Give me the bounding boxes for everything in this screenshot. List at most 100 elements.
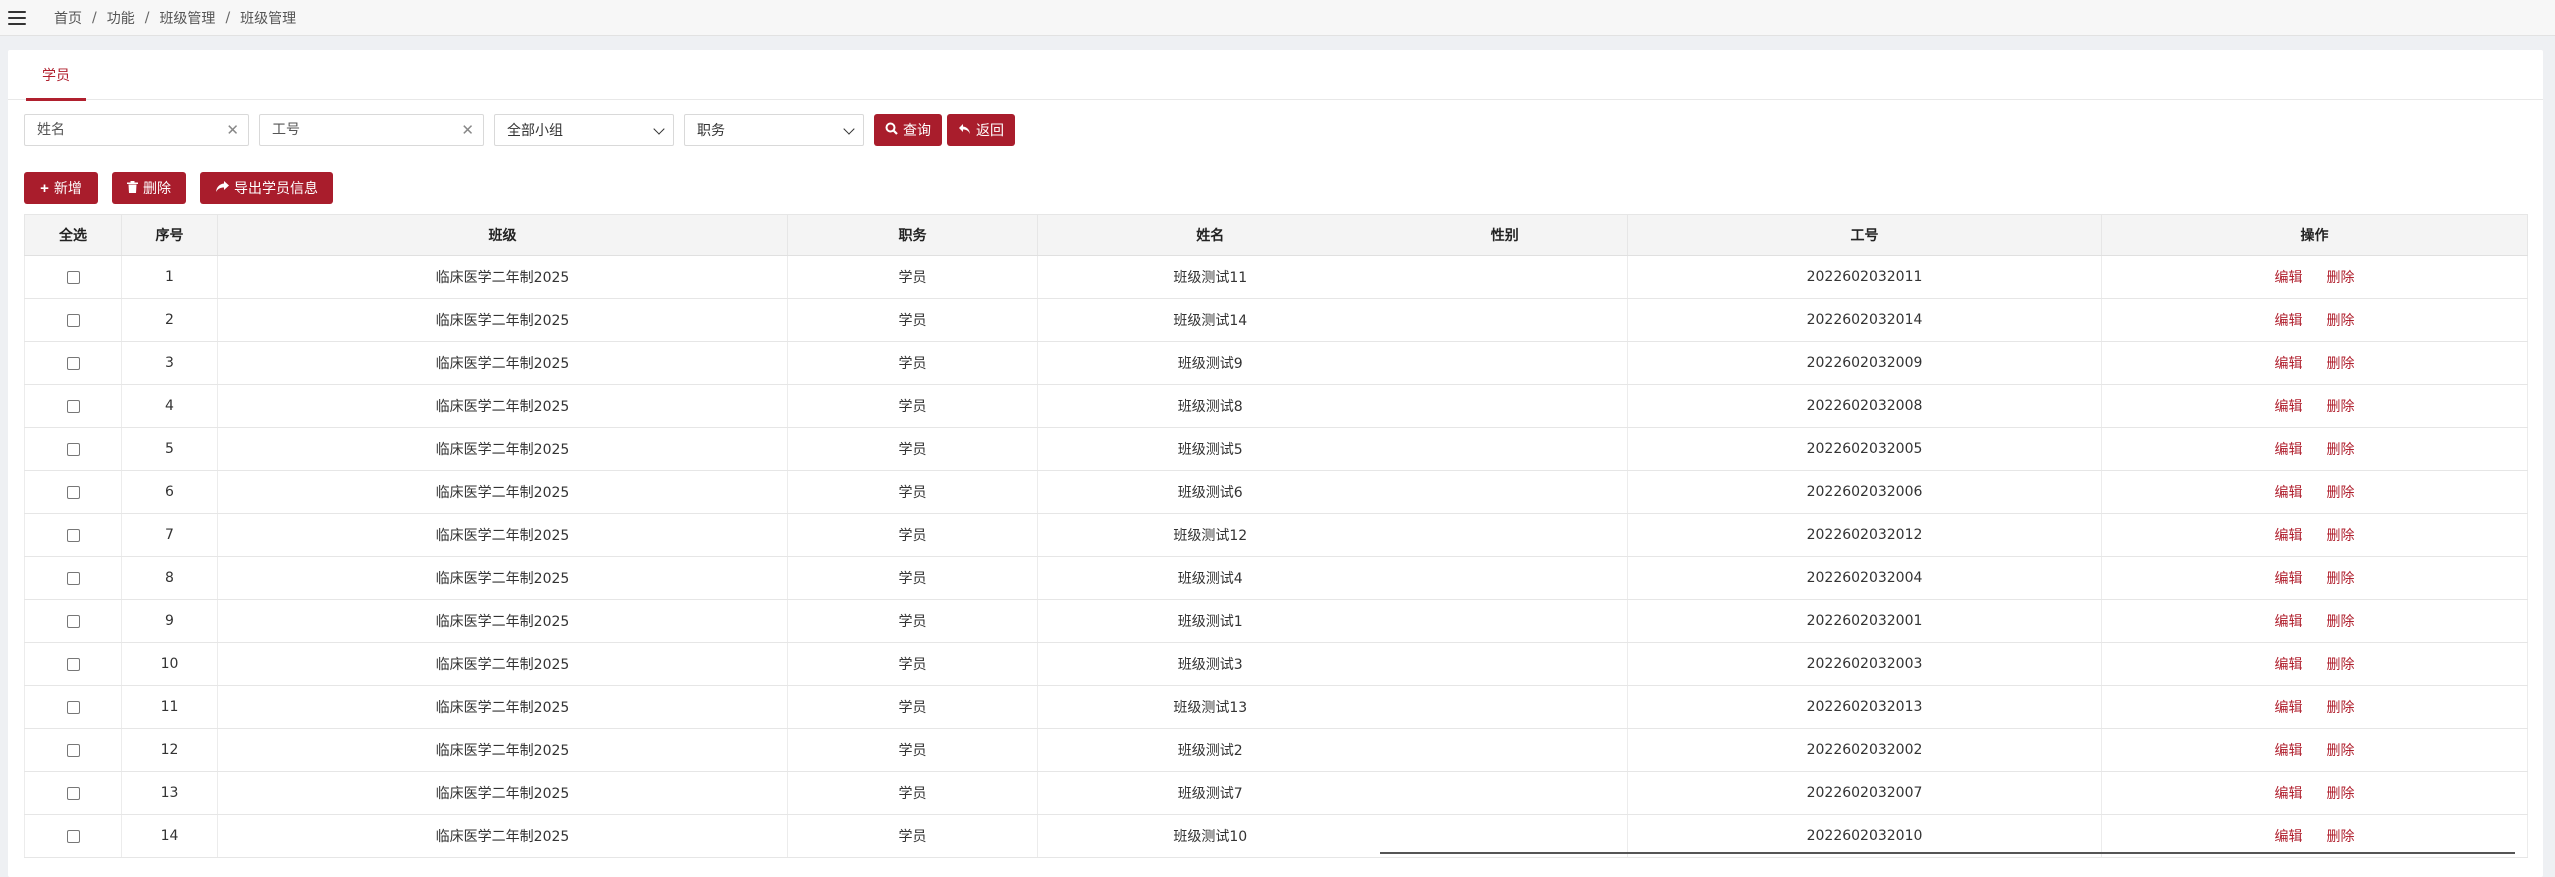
name-search-field[interactable]: ✕ xyxy=(24,114,249,146)
edit-link[interactable]: 编辑 xyxy=(2275,356,2303,372)
row-checkbox[interactable] xyxy=(66,614,80,628)
row-checkbox[interactable] xyxy=(66,571,80,585)
row-id: 2022602032013 xyxy=(1627,685,2102,729)
edit-link[interactable]: 编辑 xyxy=(2275,743,2303,759)
back-button[interactable]: 返回 xyxy=(947,114,1015,146)
breadcrumb-home[interactable]: 首页 xyxy=(54,8,82,28)
tab-students[interactable]: 学员 xyxy=(26,50,86,101)
row-id: 2022602032005 xyxy=(1627,427,2102,471)
row-role: 学员 xyxy=(787,685,1038,729)
row-checkbox[interactable] xyxy=(66,700,80,714)
row-checkbox-cell xyxy=(24,427,122,471)
edit-link[interactable]: 编辑 xyxy=(2275,442,2303,458)
row-index: 1 xyxy=(121,255,218,299)
row-checkbox[interactable] xyxy=(66,786,80,800)
delete-link[interactable]: 删除 xyxy=(2327,485,2355,501)
row-gender xyxy=(1382,599,1628,643)
row-name: 班级测试8 xyxy=(1037,384,1383,428)
back-button-label: 返回 xyxy=(976,122,1004,138)
id-input[interactable] xyxy=(260,115,483,145)
row-checkbox[interactable] xyxy=(66,399,80,413)
edit-link[interactable]: 编辑 xyxy=(2275,786,2303,802)
table-row: 8 临床医学二年制2025 学员 班级测试4 2022602032004 编辑 删除 xyxy=(24,556,2528,600)
row-actions: 编辑 删除 xyxy=(2101,384,2528,428)
row-role: 学员 xyxy=(787,771,1038,815)
row-name: 班级测试2 xyxy=(1037,728,1383,772)
delete-link[interactable]: 删除 xyxy=(2327,528,2355,544)
edit-link[interactable]: 编辑 xyxy=(2275,614,2303,630)
breadcrumb-class-management[interactable]: 班级管理 xyxy=(159,8,215,28)
delete-link[interactable]: 删除 xyxy=(2327,270,2355,286)
row-checkbox[interactable] xyxy=(66,485,80,499)
row-gender xyxy=(1382,642,1628,686)
id-search-field[interactable]: ✕ xyxy=(259,114,484,146)
edit-link[interactable]: 编辑 xyxy=(2275,571,2303,587)
row-class: 临床医学二年制2025 xyxy=(217,298,788,342)
delete-link[interactable]: 删除 xyxy=(2327,399,2355,415)
hamburger-icon[interactable] xyxy=(8,10,26,25)
table-row: 9 临床医学二年制2025 学员 班级测试1 2022602032001 编辑 删除 xyxy=(24,599,2528,643)
edit-link[interactable]: 编辑 xyxy=(2275,313,2303,329)
edit-link[interactable]: 编辑 xyxy=(2275,657,2303,673)
header-index: 序号 xyxy=(121,214,218,256)
row-name: 班级测试5 xyxy=(1037,427,1383,471)
edit-link[interactable]: 编辑 xyxy=(2275,270,2303,286)
row-gender xyxy=(1382,298,1628,342)
group-select[interactable]: 全部小组 xyxy=(494,114,674,146)
row-role: 学员 xyxy=(787,513,1038,557)
delete-link[interactable]: 删除 xyxy=(2327,313,2355,329)
row-checkbox[interactable] xyxy=(66,313,80,327)
row-checkbox[interactable] xyxy=(66,270,80,284)
edit-link[interactable]: 编辑 xyxy=(2275,528,2303,544)
edit-link[interactable]: 编辑 xyxy=(2275,829,2303,845)
row-actions: 编辑 删除 xyxy=(2101,771,2528,815)
delete-link[interactable]: 删除 xyxy=(2327,743,2355,759)
delete-link[interactable]: 删除 xyxy=(2327,614,2355,630)
row-gender xyxy=(1382,427,1628,471)
row-checkbox[interactable] xyxy=(66,657,80,671)
delete-link[interactable]: 删除 xyxy=(2327,700,2355,716)
row-id: 2022602032012 xyxy=(1627,513,2102,557)
batch-delete-button[interactable]: 删除 xyxy=(112,172,186,204)
row-role: 学员 xyxy=(787,728,1038,772)
row-checkbox[interactable] xyxy=(66,356,80,370)
query-button[interactable]: 查询 xyxy=(874,114,942,146)
header-role: 职务 xyxy=(787,214,1038,256)
close-icon[interactable]: ✕ xyxy=(226,122,239,138)
row-name: 班级测试14 xyxy=(1037,298,1383,342)
table-row: 10 临床医学二年制2025 学员 班级测试3 2022602032003 编辑 删除 xyxy=(24,642,2528,686)
row-checkbox[interactable] xyxy=(66,528,80,542)
row-role: 学员 xyxy=(787,255,1038,299)
trash-icon xyxy=(127,180,138,196)
row-index: 10 xyxy=(121,642,218,686)
export-button[interactable]: 导出学员信息 xyxy=(200,172,333,204)
delete-link[interactable]: 删除 xyxy=(2327,571,2355,587)
edit-link[interactable]: 编辑 xyxy=(2275,700,2303,716)
delete-link[interactable]: 删除 xyxy=(2327,829,2355,845)
row-id: 2022602032006 xyxy=(1627,470,2102,514)
row-actions: 编辑 删除 xyxy=(2101,255,2528,299)
name-input[interactable] xyxy=(25,115,248,145)
share-icon xyxy=(215,180,229,196)
row-index: 13 xyxy=(121,771,218,815)
delete-link[interactable]: 删除 xyxy=(2327,442,2355,458)
breadcrumb-function[interactable]: 功能 xyxy=(107,8,135,28)
header-select-all[interactable]: 全选 xyxy=(24,214,122,256)
delete-link[interactable]: 删除 xyxy=(2327,786,2355,802)
role-select[interactable]: 职务 xyxy=(684,114,864,146)
delete-link[interactable]: 删除 xyxy=(2327,657,2355,673)
row-index: 2 xyxy=(121,298,218,342)
row-checkbox-cell xyxy=(24,814,122,858)
row-name: 班级测试10 xyxy=(1037,814,1383,858)
row-class: 临床医学二年制2025 xyxy=(217,728,788,772)
add-button[interactable]: + 新增 xyxy=(24,172,98,204)
edit-link[interactable]: 编辑 xyxy=(2275,399,2303,415)
row-actions: 编辑 删除 xyxy=(2101,341,2528,385)
row-checkbox[interactable] xyxy=(66,442,80,456)
row-checkbox[interactable] xyxy=(66,743,80,757)
horizontal-scrollbar[interactable] xyxy=(1380,852,2515,854)
row-checkbox[interactable] xyxy=(66,829,80,843)
close-icon[interactable]: ✕ xyxy=(461,122,474,138)
edit-link[interactable]: 编辑 xyxy=(2275,485,2303,501)
delete-link[interactable]: 删除 xyxy=(2327,356,2355,372)
